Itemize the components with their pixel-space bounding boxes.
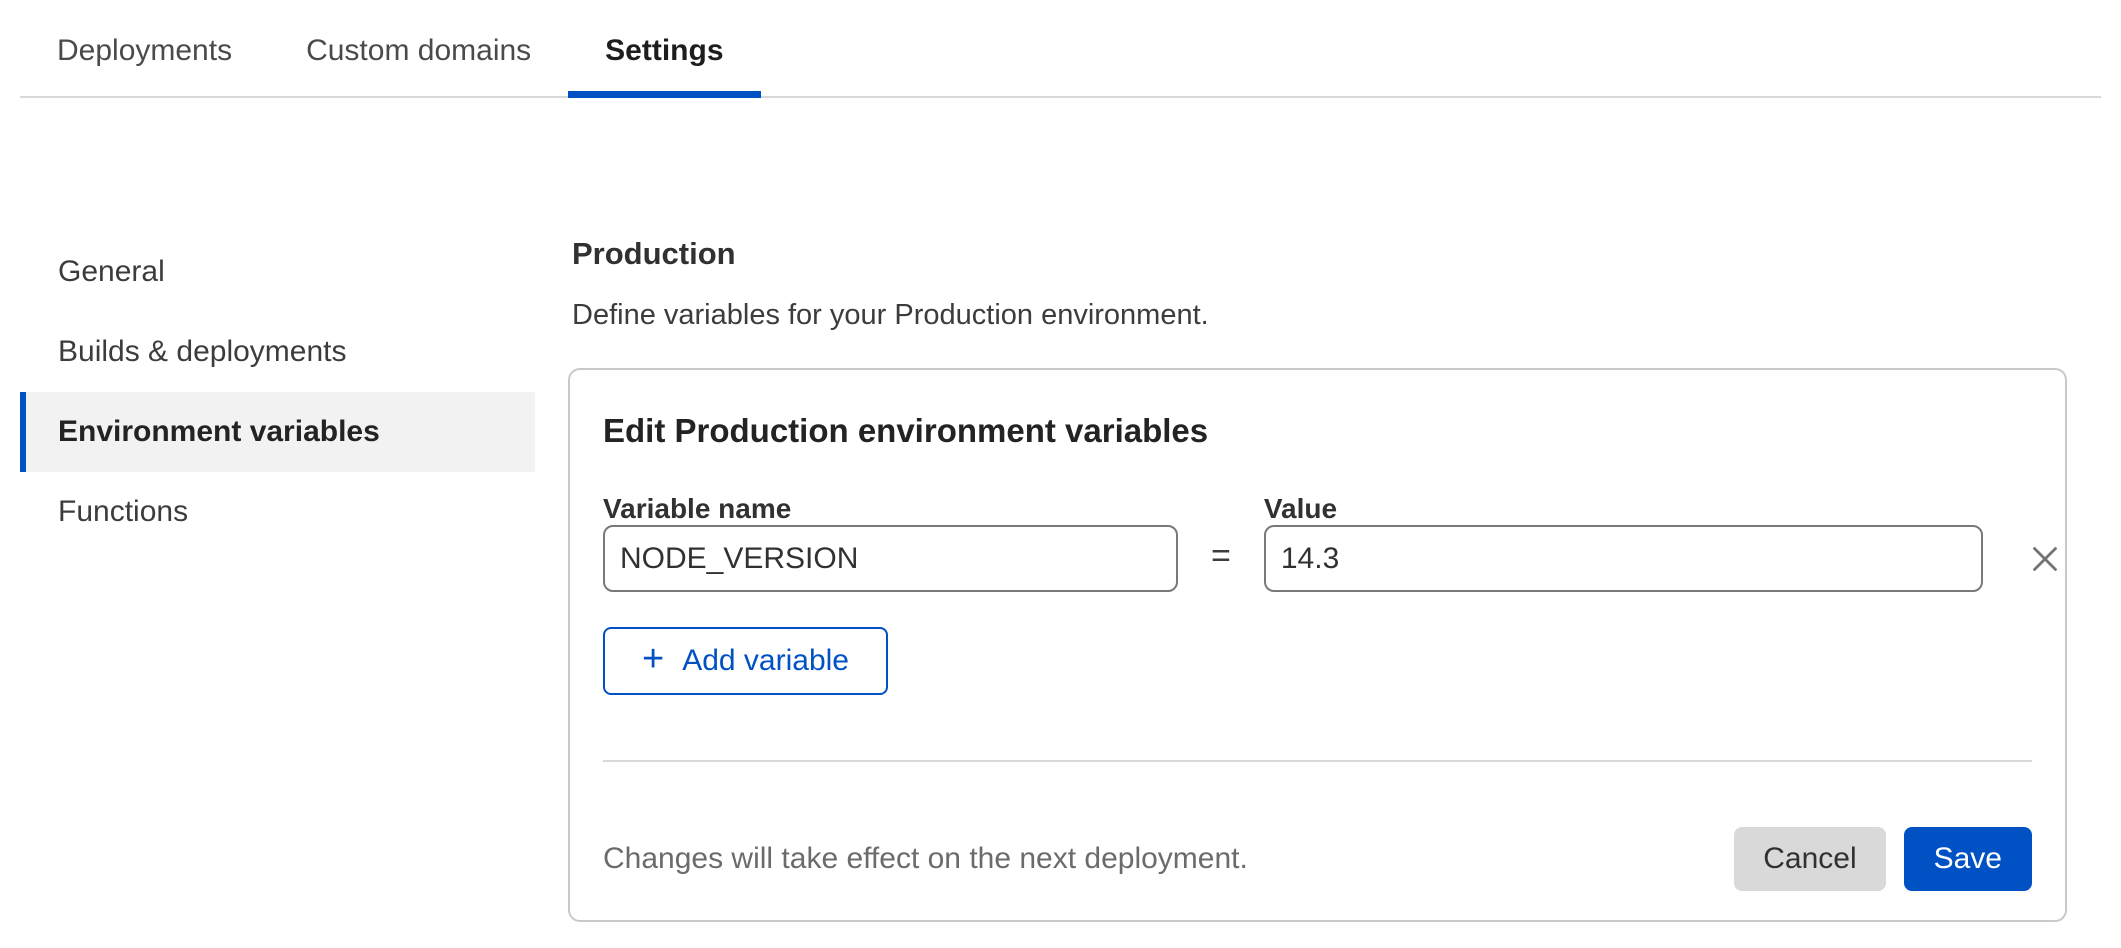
tab-settings[interactable]: Settings <box>568 6 760 96</box>
add-variable-button[interactable]: + Add variable <box>603 627 888 695</box>
sidebar-item-general[interactable]: General <box>20 232 535 312</box>
tab-label: Deployments <box>57 34 232 68</box>
settings-content: General Builds & deployments Environment… <box>0 98 2121 922</box>
edit-variables-card: Edit Production environment variables Va… <box>568 368 2067 922</box>
project-tab-bar: Deployments Custom domains Settings <box>20 0 2101 98</box>
card-title: Edit Production environment variables <box>603 412 2032 450</box>
cancel-button[interactable]: Cancel <box>1734 827 1885 891</box>
settings-sidebar: General Builds & deployments Environment… <box>20 98 535 552</box>
variable-name-label: Variable name <box>603 492 1178 525</box>
remove-variable-button[interactable] <box>2016 538 2066 592</box>
variable-value-label: Value <box>1264 492 1983 525</box>
footer-actions: Cancel Save <box>1734 827 2032 891</box>
section-subtitle: Define variables for your Production env… <box>572 299 2067 332</box>
tab-deployments[interactable]: Deployments <box>20 6 269 96</box>
variable-value-field-group: Value <box>1264 492 1983 592</box>
sidebar-item-builds-deployments[interactable]: Builds & deployments <box>20 312 535 392</box>
equals-sign: = <box>1211 537 1231 592</box>
sidebar-item-environment-variables[interactable]: Environment variables <box>20 392 535 472</box>
add-variable-label: Add variable <box>682 644 849 678</box>
deployment-note: Changes will take effect on the next dep… <box>603 842 1248 876</box>
tab-custom-domains[interactable]: Custom domains <box>269 6 568 96</box>
card-footer: Changes will take effect on the next dep… <box>603 760 2032 920</box>
environment-variables-panel: Production Define variables for your Pro… <box>568 98 2067 922</box>
variable-row: Variable name = Value <box>603 492 2032 592</box>
plus-icon: + <box>642 640 664 678</box>
save-button[interactable]: Save <box>1904 827 2032 891</box>
active-tab-underline <box>568 91 760 98</box>
close-icon <box>2024 538 2066 580</box>
variable-name-input[interactable] <box>603 525 1178 592</box>
section-title: Production <box>572 236 2067 272</box>
sidebar-item-functions[interactable]: Functions <box>20 472 535 552</box>
tab-label: Custom domains <box>306 34 531 68</box>
variable-name-field-group: Variable name <box>603 492 1178 592</box>
tab-label: Settings <box>605 34 723 68</box>
variable-value-input[interactable] <box>1264 525 1983 592</box>
